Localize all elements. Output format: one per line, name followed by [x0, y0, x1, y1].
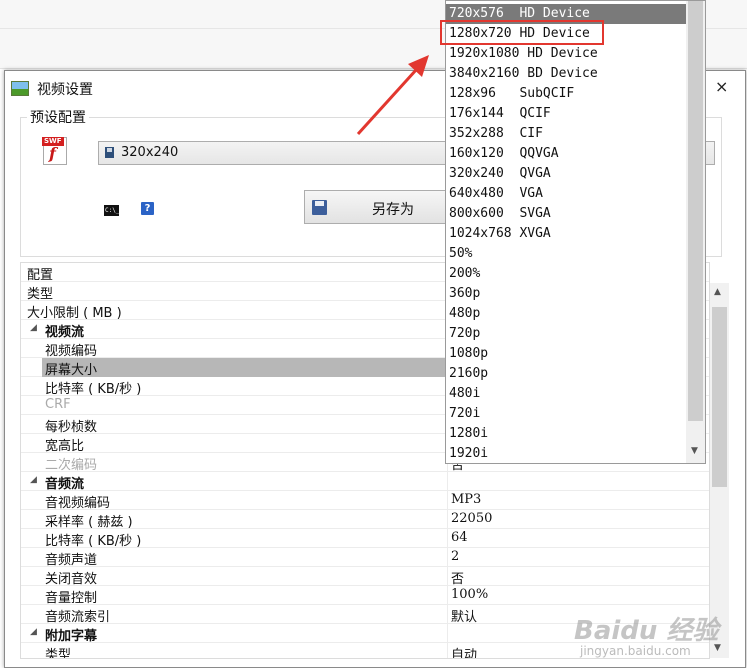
watermark-site: jingyan.baidu.com	[580, 644, 691, 658]
watermark-brand: Baidu 经验	[574, 616, 719, 646]
annotation-arrow-icon	[356, 55, 429, 136]
baidu-watermark: Baidu 经验 jingyan.baidu.com	[574, 608, 744, 664]
